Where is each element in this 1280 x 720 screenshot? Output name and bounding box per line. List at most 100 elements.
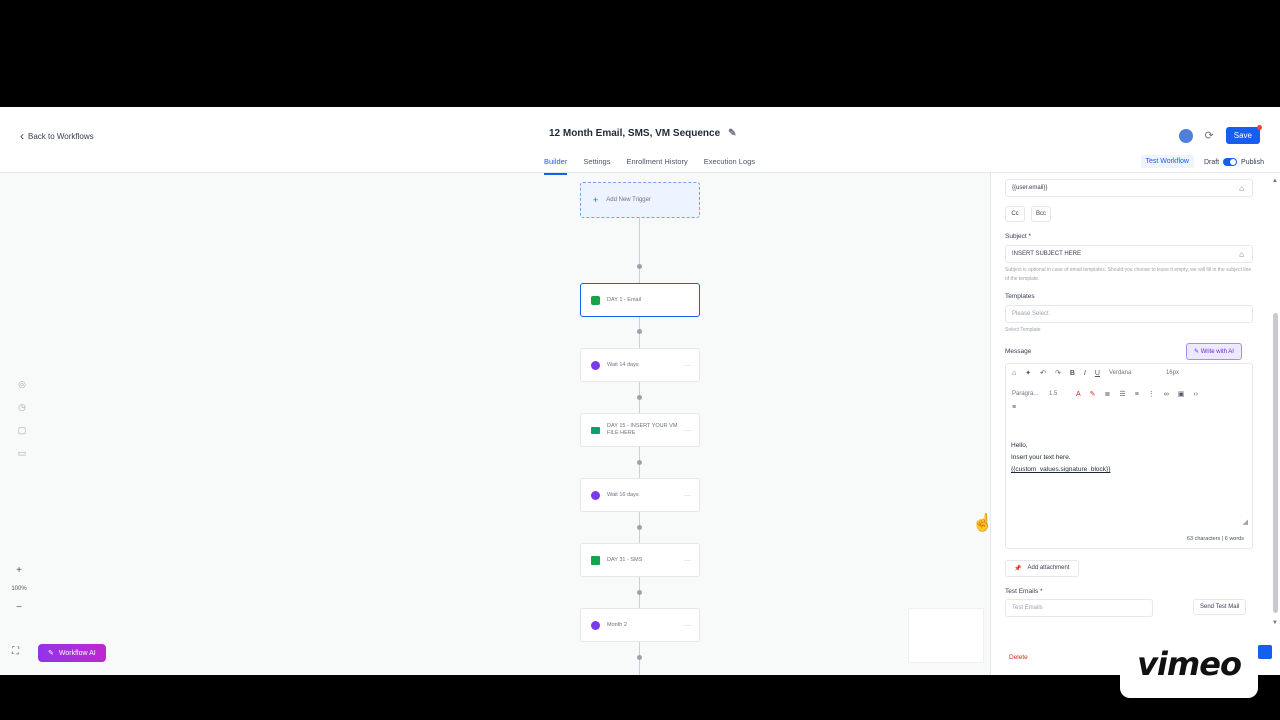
font-select[interactable]: Verdana xyxy=(1109,370,1157,376)
voicemail-icon xyxy=(591,426,600,434)
message-body[interactable]: Hello, Insert your text here. {{custom_v… xyxy=(1011,440,1110,476)
write-with-ai-button[interactable]: ✎ Write with AI xyxy=(1186,343,1242,360)
zoom-level: 100% xyxy=(11,586,27,592)
tag-icon[interactable]: ⌂ xyxy=(1239,250,1244,259)
numbered-list-icon[interactable]: ≡ xyxy=(1135,391,1139,398)
publish-toggle-switch[interactable] xyxy=(1223,157,1238,166)
templates-select[interactable]: Please Select xyxy=(1005,305,1253,323)
connector-dot xyxy=(637,590,642,595)
cc-button[interactable]: Cc xyxy=(1005,206,1025,222)
undo-icon[interactable]: ↶ xyxy=(1040,369,1046,377)
paragraph-select[interactable]: Paragra... xyxy=(1012,391,1040,397)
zoom-in-icon[interactable]: + xyxy=(16,565,22,576)
body-line: {{custom_values.signature_block}} xyxy=(1011,466,1111,473)
add-attachment-button[interactable]: 📌 Add attachment xyxy=(1005,560,1079,577)
bullet-list-icon[interactable]: ☰ xyxy=(1119,390,1125,398)
draft-label: Draft xyxy=(1203,158,1220,166)
italic-icon[interactable]: I xyxy=(1084,370,1086,377)
redo-icon[interactable]: ↷ xyxy=(1055,369,1061,377)
pin-icon: 📌 xyxy=(1014,566,1022,572)
node-label: DAY 1 - Email xyxy=(607,297,642,303)
attachment-label: Add attachment xyxy=(1027,565,1070,571)
test-emails-label: Test Emails * xyxy=(1005,588,1043,595)
fit-screen-icon[interactable]: ⛶ xyxy=(12,646,19,657)
scroll-up-icon[interactable]: ▲ xyxy=(1272,178,1278,184)
workflow-ai-button[interactable]: ✎ Workflow AI xyxy=(38,644,106,662)
node-menu-icon[interactable]: — xyxy=(684,557,691,564)
workflow-node-day15-vm[interactable]: DAY 15 - INSERT YOUR VM FILE HERE — xyxy=(580,413,700,447)
subject-field[interactable]: INSERT SUBJECT HERE ⌂ xyxy=(1005,245,1253,263)
underline-icon[interactable]: U xyxy=(1095,370,1100,377)
magic-icon[interactable]: ✦ xyxy=(1025,369,1031,377)
tag-icon[interactable]: ⌂ xyxy=(1012,370,1016,377)
node-menu-icon[interactable]: — xyxy=(684,492,691,499)
workflow-node-wait-16[interactable]: Wait 16 days — xyxy=(580,478,700,512)
globe-icon[interactable] xyxy=(1178,128,1193,143)
node-menu-icon[interactable]: — xyxy=(684,427,691,434)
app-window: ‹ Back to Workflows 12 Month Email, SMS,… xyxy=(0,107,1280,675)
save-label: Save xyxy=(1233,131,1252,140)
pencil-icon[interactable]: ✎ xyxy=(728,128,736,139)
clock-icon xyxy=(591,360,600,370)
node-label: DAY 31 - SMS xyxy=(607,557,643,563)
character-counter: 63 characters | 6 words xyxy=(1186,536,1244,542)
save-action-button[interactable] xyxy=(1258,645,1272,659)
tab-enrollment-history[interactable]: Enrollment History xyxy=(626,154,687,175)
test-workflow-button[interactable]: Test Workflow xyxy=(1140,155,1194,168)
link-icon[interactable]: ∞ xyxy=(1164,391,1169,398)
workflow-node-day31-sms[interactable]: DAY 31 - SMS — xyxy=(580,543,700,577)
node-menu-icon[interactable]: — xyxy=(684,362,691,369)
sparkle-icon: ✎ xyxy=(48,650,54,657)
workflow-title-text: 12 Month Email, SMS, VM Sequence xyxy=(549,128,721,139)
message-editor[interactable]: ⌂ ✦ ↶ ↷ B I U Verdana 16px Paragra... 1.… xyxy=(1005,363,1253,549)
text-color-icon[interactable]: A xyxy=(1076,391,1081,398)
scroll-down-icon[interactable]: ▼ xyxy=(1272,620,1278,626)
workflow-title: 12 Month Email, SMS, VM Sequence ✎ xyxy=(549,128,737,139)
minimap[interactable] xyxy=(908,608,984,663)
note-icon[interactable]: ▭ xyxy=(18,448,27,459)
node-label: Wait 16 days xyxy=(607,492,639,498)
line-height-select[interactable]: 1.5 xyxy=(1049,391,1067,397)
tab-builder[interactable]: Builder xyxy=(544,154,568,175)
bold-icon[interactable]: B xyxy=(1070,370,1075,377)
font-size-select[interactable]: 16px xyxy=(1166,370,1179,376)
back-to-workflows-link[interactable]: ‹ Back to Workflows xyxy=(20,129,94,143)
image-icon[interactable]: ▣ xyxy=(1178,390,1185,398)
resize-handle-icon[interactable]: ◢ xyxy=(1243,518,1248,526)
test-emails-input[interactable]: Test Emails xyxy=(1005,599,1153,617)
tab-settings[interactable]: Settings xyxy=(583,154,610,175)
delete-button[interactable]: Delete xyxy=(1009,654,1028,661)
workflow-node-day1-email[interactable]: DAY 1 - Email xyxy=(580,283,700,317)
tag-icon[interactable]: ⌂ xyxy=(1239,184,1244,193)
more-icon[interactable]: ⋮ xyxy=(1148,390,1155,398)
zoom-out-icon[interactable]: − xyxy=(16,602,22,613)
workflow-node-month2[interactable]: Month 2 — xyxy=(580,608,700,642)
to-field[interactable]: {{user.email}} ⌂ xyxy=(1005,179,1253,197)
draft-publish-toggle[interactable]: Draft Publish xyxy=(1203,157,1264,166)
format-icon[interactable]: ≡ xyxy=(1012,404,1016,411)
canvas-side-toolbar: ◎ ◷ ▢ ▭ xyxy=(10,373,34,477)
node-menu-icon[interactable]: — xyxy=(684,622,691,629)
align-icon[interactable]: ≣ xyxy=(1105,390,1111,398)
write-ai-label: Write with AI xyxy=(1200,349,1234,355)
send-test-mail-button[interactable]: Send Test Mail xyxy=(1193,599,1247,615)
connector-dot xyxy=(637,525,642,530)
workflow-node-wait-14[interactable]: Wait 14 days — xyxy=(580,348,700,382)
back-label: Back to Workflows xyxy=(28,131,94,141)
history-icon[interactable]: ◷ xyxy=(18,402,26,413)
node-label: Wait 14 days xyxy=(607,362,639,368)
tab-execution-logs[interactable]: Execution Logs xyxy=(704,154,755,175)
bcc-button[interactable]: Bcc xyxy=(1031,206,1051,222)
check-circle-icon[interactable]: ◎ xyxy=(18,379,26,390)
panel-scrollbar[interactable] xyxy=(1273,313,1278,613)
add-trigger-button[interactable]: + Add New Trigger xyxy=(580,182,700,218)
comment-icon[interactable]: ▢ xyxy=(18,425,27,436)
highlight-icon[interactable]: ✎ xyxy=(1090,390,1096,398)
editor-toolbar-row1: ⌂ ✦ ↶ ↷ B I U Verdana 16px xyxy=(1012,369,1179,378)
publish-controls: Test Workflow Draft Publish xyxy=(1140,155,1264,168)
workflow-canvas[interactable]: + Add New Trigger DAY 1 - Email Wait 14 … xyxy=(0,173,993,675)
save-button[interactable]: Save xyxy=(1225,125,1262,144)
code-icon[interactable]: ‹› xyxy=(1193,391,1198,398)
refresh-icon[interactable]: ⟳ xyxy=(1205,129,1214,142)
connector-dot xyxy=(637,460,642,465)
